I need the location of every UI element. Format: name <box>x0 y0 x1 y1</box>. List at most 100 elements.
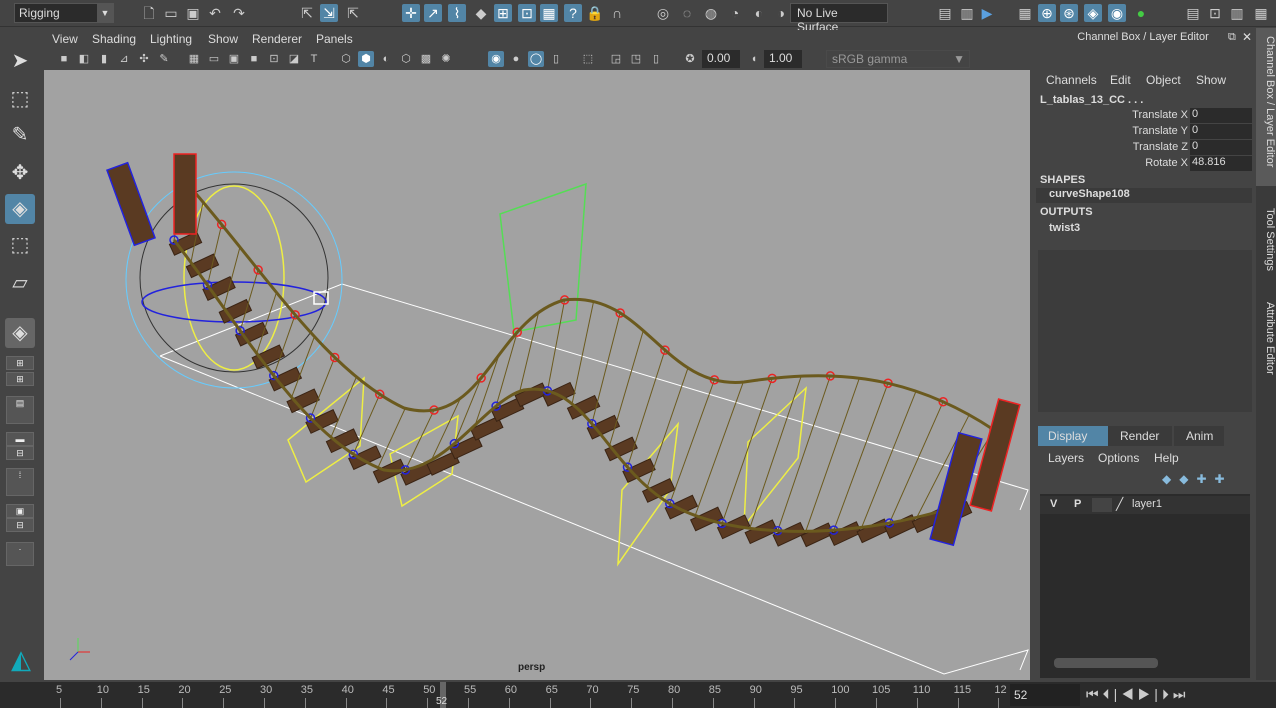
snap-view-icon[interactable]: ◆ <box>472 4 490 22</box>
camera-icon[interactable]: ■ <box>56 51 72 67</box>
3d-viewport[interactable]: persp <box>44 70 1030 680</box>
ipr-render-icon[interactable]: ▥ <box>958 4 976 22</box>
channel-row[interactable]: Translate X0 <box>1032 108 1254 124</box>
select-hierarchy-icon[interactable]: ⇱ <box>298 4 316 22</box>
magnet-live-icon[interactable]: ◑ <box>772 4 790 22</box>
live-surface-field[interactable]: No Live Surface <box>790 3 888 34</box>
menu-renderer[interactable]: Renderer <box>252 32 302 46</box>
render-view-icon[interactable]: ▦ <box>540 4 558 22</box>
grease-pencil-icon[interactable]: ✎ <box>156 51 172 67</box>
2d-pan-icon[interactable]: ✣ <box>136 51 152 67</box>
layout-uv-icon[interactable]: ⊟ <box>6 518 34 532</box>
layer-name[interactable]: layer1 <box>1132 498 1162 510</box>
safe-action-icon[interactable]: ◪ <box>286 51 302 67</box>
gamma-icon[interactable]: ◖ <box>746 51 762 67</box>
wireframe-icon[interactable]: ⬡ <box>338 51 354 67</box>
exposure-field[interactable]: 0.00 <box>702 50 740 68</box>
menu-help[interactable]: Help <box>1154 451 1179 465</box>
layout-outliner-icon[interactable]: ▤ <box>6 396 34 424</box>
menu-panels[interactable]: Panels <box>316 32 353 46</box>
xray-icon[interactable]: ◉ <box>488 51 504 67</box>
render-history-icon[interactable]: ▦ <box>1016 4 1034 22</box>
layout-render-icon[interactable]: ▣ <box>6 504 34 518</box>
channel-row[interactable]: Rotate X 48.816 <box>1032 156 1254 172</box>
play-render-icon[interactable]: ▶ <box>978 4 996 22</box>
color-space-dropdown[interactable]: sRGB gamma ▼ <box>826 50 970 68</box>
menu-channels[interactable]: Channels <box>1046 73 1097 87</box>
grid-icon[interactable]: ▦ <box>186 51 202 67</box>
menu-object[interactable]: Object <box>1146 73 1181 87</box>
redo-icon[interactable]: ↷ <box>230 4 248 22</box>
menu-lighting[interactable]: Lighting <box>150 32 192 46</box>
shape-item[interactable]: curveShape108 <box>1036 188 1252 203</box>
render-frame-icon[interactable]: ▤ <box>936 4 954 22</box>
channel-row[interactable]: Translate Y0 <box>1032 124 1254 140</box>
layer-color-swatch[interactable] <box>1092 498 1112 512</box>
isolate-select-icon[interactable]: ⬚ <box>580 51 596 67</box>
soft-select-icon[interactable]: ◔ <box>726 4 744 22</box>
ambient-occlusion-icon[interactable]: ● <box>508 51 524 67</box>
modeling-toolkit-icon[interactable]: ▤ <box>1184 4 1202 22</box>
menu-layers[interactable]: Layers <box>1048 451 1084 465</box>
save-scene-icon[interactable]: ▣ <box>184 4 202 22</box>
undo-icon[interactable]: ↶ <box>206 4 224 22</box>
menu-set-dropdown[interactable]: Rigging ▼ <box>14 3 114 23</box>
current-frame-field[interactable]: 52 <box>1010 684 1080 706</box>
textured-icon[interactable]: ▩ <box>418 51 434 67</box>
channel-row[interactable]: Translate Z0 <box>1032 140 1254 156</box>
film-gate-icon[interactable]: ▭ <box>206 51 222 67</box>
select-tool-icon[interactable]: ➤ <box>5 46 35 76</box>
hypershade-icon[interactable]: ⊕ <box>1038 4 1056 22</box>
snap-point-icon[interactable]: ⌇ <box>448 4 466 22</box>
layer-row[interactable]: V P ╱ layer1 <box>1040 496 1250 514</box>
image-plane-icon[interactable]: ⊿ <box>116 51 132 67</box>
layout-split-icon[interactable]: ⊞ <box>6 372 34 386</box>
new-scene-icon[interactable]: 🗋 <box>140 4 158 22</box>
materials-icon[interactable]: ◉ <box>1108 4 1126 22</box>
reflection-icon[interactable]: ◐ <box>750 4 768 22</box>
more-layouts-icon[interactable]: · <box>6 542 34 566</box>
gate-mask-icon[interactable]: ■ <box>246 51 262 67</box>
arnold-icon[interactable]: ⊛ <box>1060 4 1078 22</box>
close-icon[interactable]: ✕ <box>1242 30 1252 44</box>
layout-four-icon[interactable]: ⊞ <box>6 356 34 370</box>
default-material-icon[interactable]: ◐ <box>378 51 394 67</box>
symmetry-icon[interactable]: ◍ <box>702 4 720 22</box>
last-tool-icon[interactable]: ▱ <box>5 268 35 298</box>
snap-curve-icon[interactable]: ↗ <box>424 4 442 22</box>
tab-display[interactable]: Display <box>1038 426 1108 446</box>
xray-joints-icon[interactable]: ◲ <box>608 51 624 67</box>
safe-title-icon[interactable]: T <box>306 51 322 67</box>
time-slider[interactable]: 5 10 15 20 25 30 35 40 45 50 55 60 65 70 75 80 85 90 95 100… <box>0 682 1276 708</box>
lasso-tool-icon[interactable]: ⬚ <box>5 84 35 114</box>
snap-live-icon[interactable]: ⊡ <box>518 4 536 22</box>
tab-anim[interactable]: Anim <box>1174 426 1224 446</box>
exposure-icon[interactable]: ✪ <box>682 51 698 67</box>
playback-toggle[interactable]: P <box>1074 498 1081 510</box>
construction-history-icon[interactable]: ◌ <box>678 4 696 22</box>
scale-tool-icon[interactable]: ⬚ <box>5 230 35 260</box>
snap-grid-icon[interactable]: ✛ <box>402 4 420 22</box>
horizontal-scrollbar[interactable] <box>1054 658 1158 668</box>
menu-show[interactable]: Show <box>1196 73 1226 87</box>
tab-render[interactable]: Render <box>1108 426 1172 446</box>
xray-active-icon[interactable]: ◳ <box>628 51 644 67</box>
select-object-icon[interactable]: ⇲ <box>320 4 338 22</box>
paint-select-icon[interactable]: ✎ <box>5 120 35 150</box>
tab-tool-settings[interactable]: Tool Settings <box>1256 200 1276 284</box>
layout-hypershade-icon[interactable]: ⁞ <box>6 468 34 496</box>
playback-controls[interactable]: ⏮⏴|◀▶|⏵⏭ <box>1086 686 1189 703</box>
menu-shading[interactable]: Shading <box>92 32 136 46</box>
lock-icon[interactable]: 🔒 <box>586 4 604 22</box>
bookmark-icon[interactable]: ▮ <box>96 51 112 67</box>
attribute-editor-icon[interactable]: ▥ <box>1228 4 1246 22</box>
rotate-tool-icon[interactable]: ◈ <box>5 194 35 224</box>
visibility-toggle[interactable]: V <box>1050 498 1057 510</box>
layout-graph-icon[interactable]: ▬ <box>6 432 34 446</box>
tab-attribute-editor[interactable]: Attribute Editor <box>1256 294 1276 394</box>
menu-show[interactable]: Show <box>208 32 238 46</box>
anti-alias-icon[interactable]: ▯ <box>548 51 564 67</box>
menu-options[interactable]: Options <box>1098 451 1139 465</box>
menu-view[interactable]: View <box>52 32 78 46</box>
channel-box-icon[interactable]: ▦ <box>1252 4 1270 22</box>
